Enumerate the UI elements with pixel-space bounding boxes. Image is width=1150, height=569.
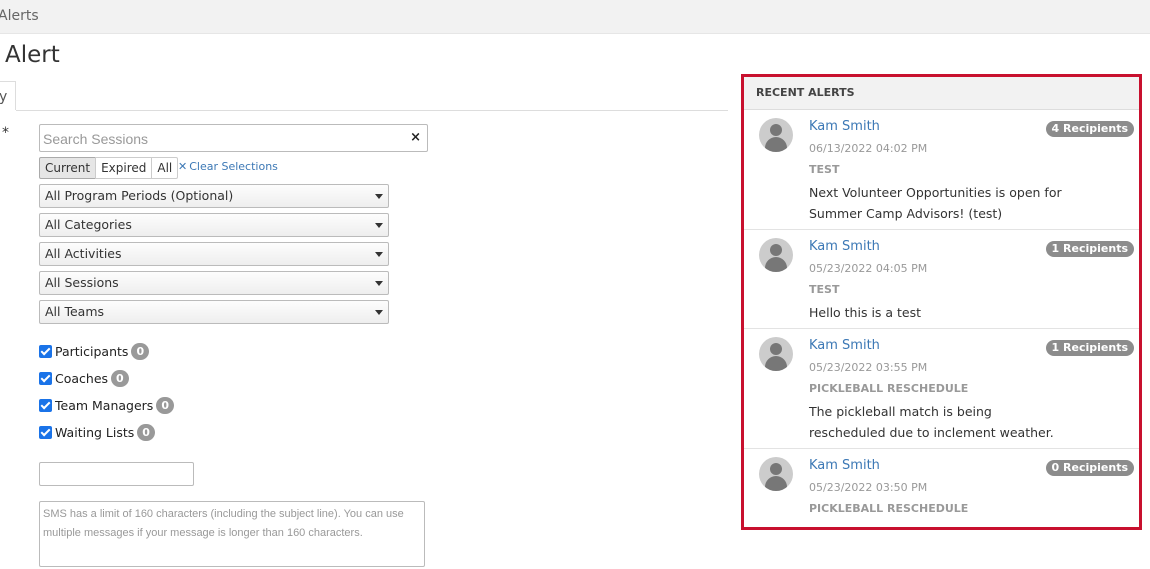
- participants-checkbox[interactable]: [39, 345, 52, 358]
- coaches-label: Coaches: [55, 371, 109, 386]
- activity-select[interactable]: All Activities: [39, 242, 389, 266]
- waiting-lists-option: Waiting Lists 0: [39, 424, 155, 441]
- filter-all-button[interactable]: All: [151, 157, 179, 179]
- chevron-down-icon: [375, 223, 383, 228]
- search-input[interactable]: [41, 129, 405, 149]
- alert-subject: TEST: [809, 163, 840, 176]
- avatar: [759, 337, 793, 371]
- alert-sender[interactable]: Kam Smith: [809, 338, 880, 353]
- session-status-filter: Current Expired All: [39, 157, 179, 179]
- alert-message: Hello this is a test: [809, 305, 922, 320]
- alert-subject: TEST: [809, 283, 840, 296]
- filter-expired-button[interactable]: Expired: [95, 157, 153, 179]
- subject-input[interactable]: [39, 462, 194, 486]
- participants-option: Participants 0: [39, 343, 150, 360]
- chevron-down-icon: [375, 194, 383, 199]
- alert-sender[interactable]: Kam Smith: [809, 458, 880, 473]
- waiting-lists-label: Waiting Lists: [55, 425, 135, 440]
- team-managers-label: Team Managers: [55, 398, 154, 413]
- category-select[interactable]: All Categories: [39, 213, 389, 237]
- waiting-lists-count-badge: 0: [137, 424, 155, 441]
- alert-date: 05/23/2022 03:50 PM: [809, 481, 928, 494]
- alert-item[interactable]: Kam Smith 4 Recipients 06/13/2022 04:02 …: [744, 110, 1139, 230]
- select-value: All Sessions: [45, 275, 119, 290]
- alert-message: The pickleball match is being reschedule…: [809, 404, 1054, 440]
- alert-date: 06/13/2022 04:02 PM: [809, 142, 928, 155]
- participants-count-badge: 0: [131, 343, 150, 360]
- coaches-count-badge: 0: [111, 370, 129, 387]
- coaches-checkbox[interactable]: [39, 372, 52, 385]
- select-value: All Program Periods (Optional): [45, 188, 234, 203]
- recipients-badge: 4 Recipients: [1045, 121, 1134, 137]
- chevron-down-icon: [375, 310, 383, 315]
- breadcrumb: Alerts: [0, 0, 1150, 34]
- alert-subject: PICKLEBALL RESCHEDULE: [809, 502, 969, 515]
- chevron-down-icon: [375, 281, 383, 286]
- required-marker: *: [2, 125, 9, 141]
- close-icon[interactable]: ×: [410, 130, 421, 145]
- message-textarea[interactable]: [39, 501, 425, 567]
- coaches-option: Coaches 0: [39, 370, 129, 387]
- tab-divider: [16, 110, 728, 111]
- team-select[interactable]: All Teams: [39, 300, 389, 324]
- participants-label: Participants: [55, 344, 129, 359]
- avatar: [759, 118, 793, 152]
- team-managers-checkbox[interactable]: [39, 399, 52, 412]
- filter-current-button[interactable]: Current: [39, 157, 97, 179]
- select-value: All Categories: [45, 217, 132, 232]
- page-title: Alert: [5, 42, 60, 68]
- select-value: All Activities: [45, 246, 122, 261]
- alert-date: 05/23/2022 04:05 PM: [809, 262, 928, 275]
- team-managers-count-badge: 0: [156, 397, 174, 414]
- clear-selections-link[interactable]: ✕ Clear Selections: [178, 160, 278, 173]
- alert-sender[interactable]: Kam Smith: [809, 239, 880, 254]
- recipients-badge: 0 Recipients: [1045, 460, 1134, 476]
- tab-details[interactable]: y: [0, 81, 16, 110]
- recent-alerts-panel: RECENT ALERTS Kam Smith 4 Recipients 06/…: [741, 74, 1142, 530]
- alert-item[interactable]: Kam Smith 1 Recipients 05/23/2022 03:55 …: [744, 329, 1139, 449]
- clear-selections-label: Clear Selections: [189, 160, 278, 173]
- recipients-badge: 1 Recipients: [1045, 340, 1134, 356]
- waiting-lists-checkbox[interactable]: [39, 426, 52, 439]
- avatar: [759, 457, 793, 491]
- close-icon: ✕: [178, 160, 188, 173]
- alert-item[interactable]: Kam Smith 1 Recipients 05/23/2022 04:05 …: [744, 230, 1139, 329]
- session-search: ×: [39, 124, 428, 152]
- alert-subject: PICKLEBALL RESCHEDULE: [809, 382, 969, 395]
- alert-message: Next Volunteer Opportunities is open for…: [809, 185, 1062, 221]
- alert-date: 05/23/2022 03:55 PM: [809, 361, 928, 374]
- select-value: All Teams: [45, 304, 105, 319]
- program-period-select[interactable]: All Program Periods (Optional): [39, 184, 389, 208]
- alert-item[interactable]: Kam Smith 0 Recipients 05/23/2022 03:50 …: [744, 449, 1139, 527]
- chevron-down-icon: [375, 252, 383, 257]
- breadcrumb-current[interactable]: Alerts: [0, 8, 39, 24]
- avatar: [759, 238, 793, 272]
- session-select[interactable]: All Sessions: [39, 271, 389, 295]
- team-managers-option: Team Managers 0: [39, 397, 174, 414]
- recipients-badge: 1 Recipients: [1045, 241, 1134, 257]
- alert-sender[interactable]: Kam Smith: [809, 119, 880, 134]
- recent-alerts-header: RECENT ALERTS: [744, 77, 1139, 110]
